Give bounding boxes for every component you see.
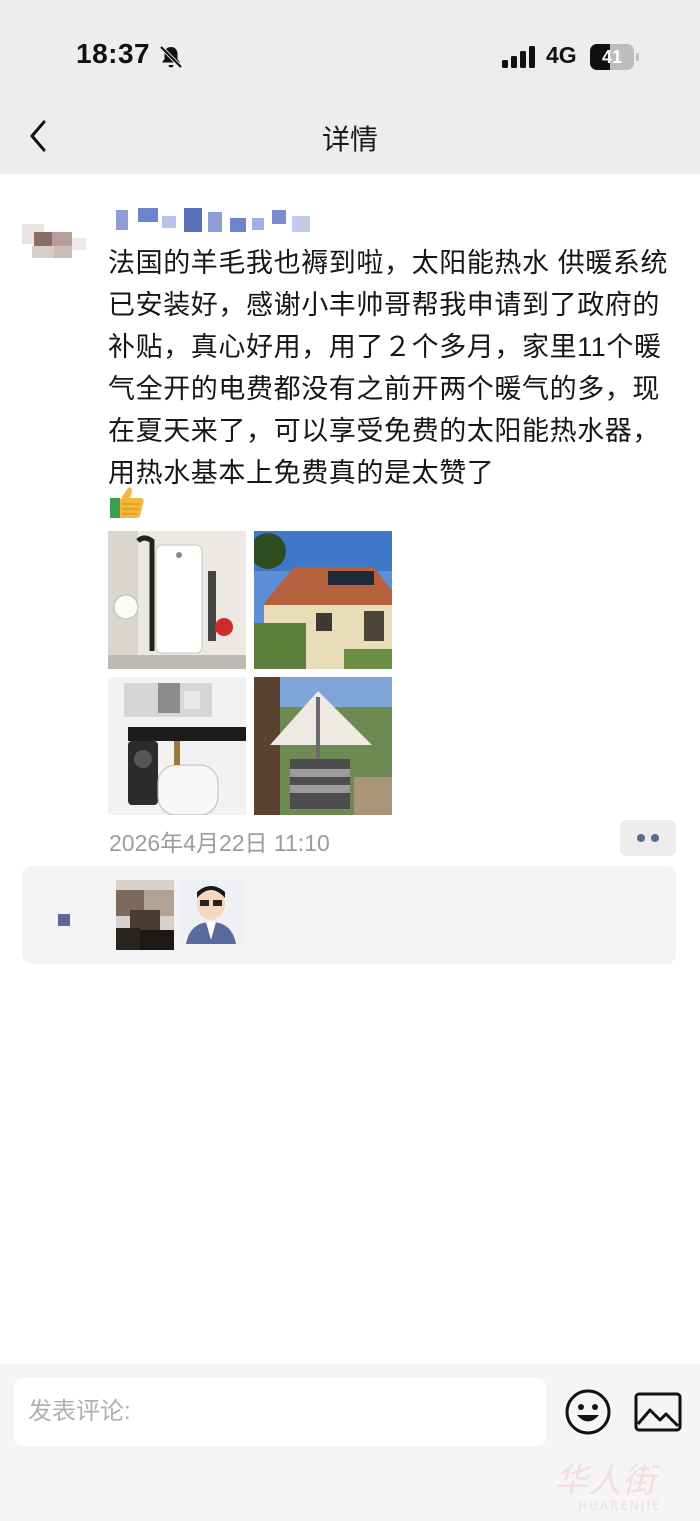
dot-icon: [637, 834, 645, 842]
likes-panel: [22, 866, 676, 964]
water-tank-photo[interactable]: [108, 531, 246, 669]
author-name[interactable]: [112, 206, 342, 234]
house-solar-panels-photo[interactable]: [254, 531, 392, 669]
liker-avatar[interactable]: [116, 880, 174, 950]
liker-avatar[interactable]: [180, 880, 242, 944]
silent-bell-icon: [159, 45, 183, 69]
watermark-logo: 华人街 HUARENJIE: [554, 1461, 662, 1513]
battery-level: 41: [601, 47, 623, 67]
svg-text:HUARENJIE: HUARENJIE: [578, 1499, 662, 1513]
pump-equipment-photo[interactable]: [108, 677, 246, 815]
dot-icon: [651, 834, 659, 842]
emoji-icon[interactable]: [564, 1388, 612, 1436]
post-timestamp: 2026年4月22日 11:10: [109, 830, 330, 856]
page-title: 详情: [321, 124, 378, 155]
comment-input[interactable]: [14, 1378, 546, 1446]
battery-icon: 41: [590, 44, 642, 70]
like-heart-icon: [58, 914, 70, 926]
svg-text:华人街: 华人街: [554, 1461, 661, 1501]
image-icon[interactable]: [634, 1392, 682, 1432]
thumbs-up-emoji-icon: [110, 487, 144, 518]
network-type: 4G: [546, 42, 577, 68]
cellular-signal-icon: [502, 46, 535, 68]
top-bar: 18:37 4G 41 详情: [0, 0, 700, 174]
post-text: 法国的羊毛我也褥到啦，太阳能热水 供暖系统已安装好，感谢小丰帅哥帮我申请到了政府…: [108, 248, 669, 488]
status-time: 18:37: [76, 38, 151, 69]
author-avatar[interactable]: [22, 212, 88, 278]
more-actions-button[interactable]: [620, 820, 676, 856]
garden-umbrella-photo[interactable]: [254, 677, 392, 815]
comment-bar: 华人街 HUARENJIE: [0, 1364, 700, 1521]
